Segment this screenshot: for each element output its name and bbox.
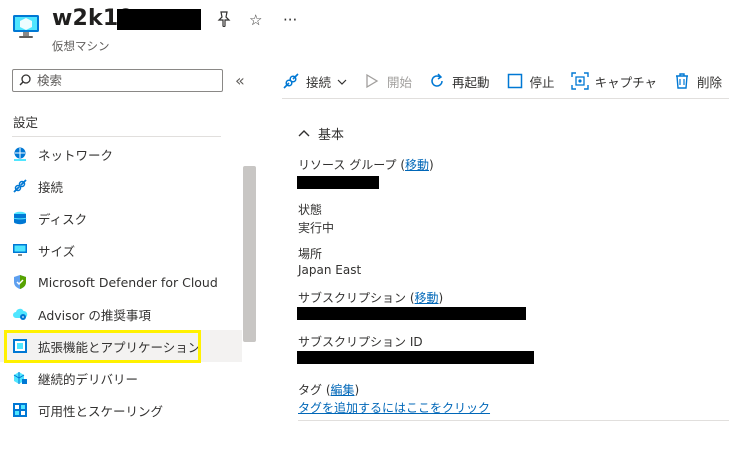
- sidebar-item-connect[interactable]: 接続: [0, 170, 242, 202]
- sidebar-item-label: 拡張機能とアプリケーション: [38, 339, 201, 355]
- resource-group-label: リソース グループ (移動): [298, 158, 434, 172]
- availability-icon: [12, 402, 28, 418]
- location-label: 場所: [298, 247, 323, 261]
- restart-icon: [428, 72, 446, 90]
- resource-group-move-link[interactable]: 移動: [405, 158, 429, 172]
- section-divider: [12, 136, 221, 137]
- sidebar-item-label: Advisor の推奨事項: [38, 307, 151, 323]
- sidebar-item-size[interactable]: サイズ: [0, 234, 242, 266]
- sidebar-scrollbar-thumb[interactable]: [243, 166, 256, 342]
- status-label: 状態: [298, 203, 323, 217]
- virtual-machine-icon: [12, 12, 40, 40]
- play-icon: [363, 72, 381, 90]
- section-header-settings: 設定: [13, 115, 39, 130]
- sidebar-item-label: 接続: [38, 179, 64, 195]
- redacted-title-suffix: [117, 9, 201, 30]
- sidebar-item-network[interactable]: ネットワーク: [0, 138, 242, 170]
- add-tags-row: タグを追加するにはここをクリック: [298, 399, 490, 416]
- essentials-header: 基本: [318, 128, 345, 143]
- redacted-subscription: [297, 307, 526, 320]
- tags-edit-link[interactable]: 編集: [331, 383, 355, 397]
- add-tags-link[interactable]: タグを追加するにはここをクリック: [298, 401, 490, 415]
- chevron-up-icon: [298, 127, 310, 140]
- extensions-icon: [12, 338, 28, 354]
- stop-label: 停止: [529, 74, 555, 90]
- search-icon: [19, 71, 31, 90]
- stop-icon: [506, 72, 524, 90]
- sidebar-item-label: Microsoft Defender for Cloud: [38, 274, 218, 290]
- sidebar-item-label: ディスク: [38, 211, 88, 227]
- trash-icon: [673, 72, 691, 90]
- defender-shield-icon: [12, 274, 28, 290]
- sidebar-item-label: サイズ: [38, 243, 76, 259]
- connect-icon: [282, 72, 300, 90]
- redacted-resource-group: [297, 176, 379, 189]
- star-icon[interactable]: ☆: [249, 11, 262, 29]
- search-input[interactable]: [37, 73, 207, 88]
- subscription-id-label: サブスクリプション ID: [298, 335, 423, 349]
- collapse-sidebar-icon[interactable]: «: [235, 71, 245, 90]
- sidebar-item-continuous-delivery[interactable]: 継続的デリバリー: [0, 362, 242, 394]
- ellipsis-icon[interactable]: ···: [283, 11, 297, 29]
- redacted-subscription-id: [297, 351, 534, 364]
- sidebar-item-advisor[interactable]: Advisor の推奨事項: [0, 298, 242, 330]
- page-subtitle: 仮想マシン: [52, 39, 110, 53]
- delete-button[interactable]: 削除: [673, 72, 722, 91]
- subscription-move-link[interactable]: 移動: [415, 291, 439, 305]
- sidebar-item-label: ネットワーク: [38, 147, 114, 163]
- chevron-down-icon: [337, 74, 347, 89]
- sidebar-item-availability[interactable]: 可用性とスケーリング: [0, 394, 242, 426]
- tags-label: タグ (編集): [298, 383, 360, 397]
- sidebar-item-disks[interactable]: ディスク: [0, 202, 242, 234]
- essentials-divider: [298, 420, 729, 421]
- capture-button[interactable]: キャプチャ: [570, 72, 657, 91]
- continuous-delivery-icon: [12, 370, 28, 386]
- toolbar-divider: [282, 98, 729, 99]
- restart-button[interactable]: 再起動: [428, 72, 490, 91]
- sidebar-item-extensions[interactable]: 拡張機能とアプリケーション: [0, 330, 242, 362]
- size-icon: [12, 242, 28, 258]
- start-button[interactable]: 開始: [363, 72, 412, 91]
- delete-label: 削除: [696, 74, 722, 90]
- search-box[interactable]: [12, 69, 223, 92]
- stop-button[interactable]: 停止: [506, 72, 555, 91]
- location-value: Japan East: [298, 263, 362, 277]
- restart-label: 再起動: [452, 74, 490, 90]
- start-label: 開始: [387, 74, 413, 90]
- command-bar: 接続 開始 再起動 停止 キャプチャ 削除: [282, 66, 729, 96]
- status-value: 実行中: [298, 221, 335, 235]
- sidebar-item-defender[interactable]: Microsoft Defender for Cloud: [0, 266, 242, 298]
- sidebar-item-label: 可用性とスケーリング: [38, 403, 164, 419]
- connect-icon: [12, 178, 28, 194]
- essentials-toggle[interactable]: 基本: [298, 124, 344, 143]
- capture-icon: [570, 72, 589, 90]
- capture-label: キャプチャ: [594, 74, 657, 90]
- advisor-cloud-icon: [12, 306, 28, 322]
- subscription-label: サブスクリプション (移動): [298, 291, 444, 305]
- pin-icon[interactable]: [217, 11, 231, 31]
- network-icon: [12, 146, 28, 162]
- connect-label: 接続: [306, 74, 332, 90]
- disk-icon: [12, 210, 28, 226]
- connect-button[interactable]: 接続: [282, 72, 347, 91]
- sidebar-item-label: 継続的デリバリー: [38, 371, 139, 387]
- sidebar-nav: ネットワーク 接続 ディスク サイズ Microsoft Defender fo…: [0, 138, 242, 426]
